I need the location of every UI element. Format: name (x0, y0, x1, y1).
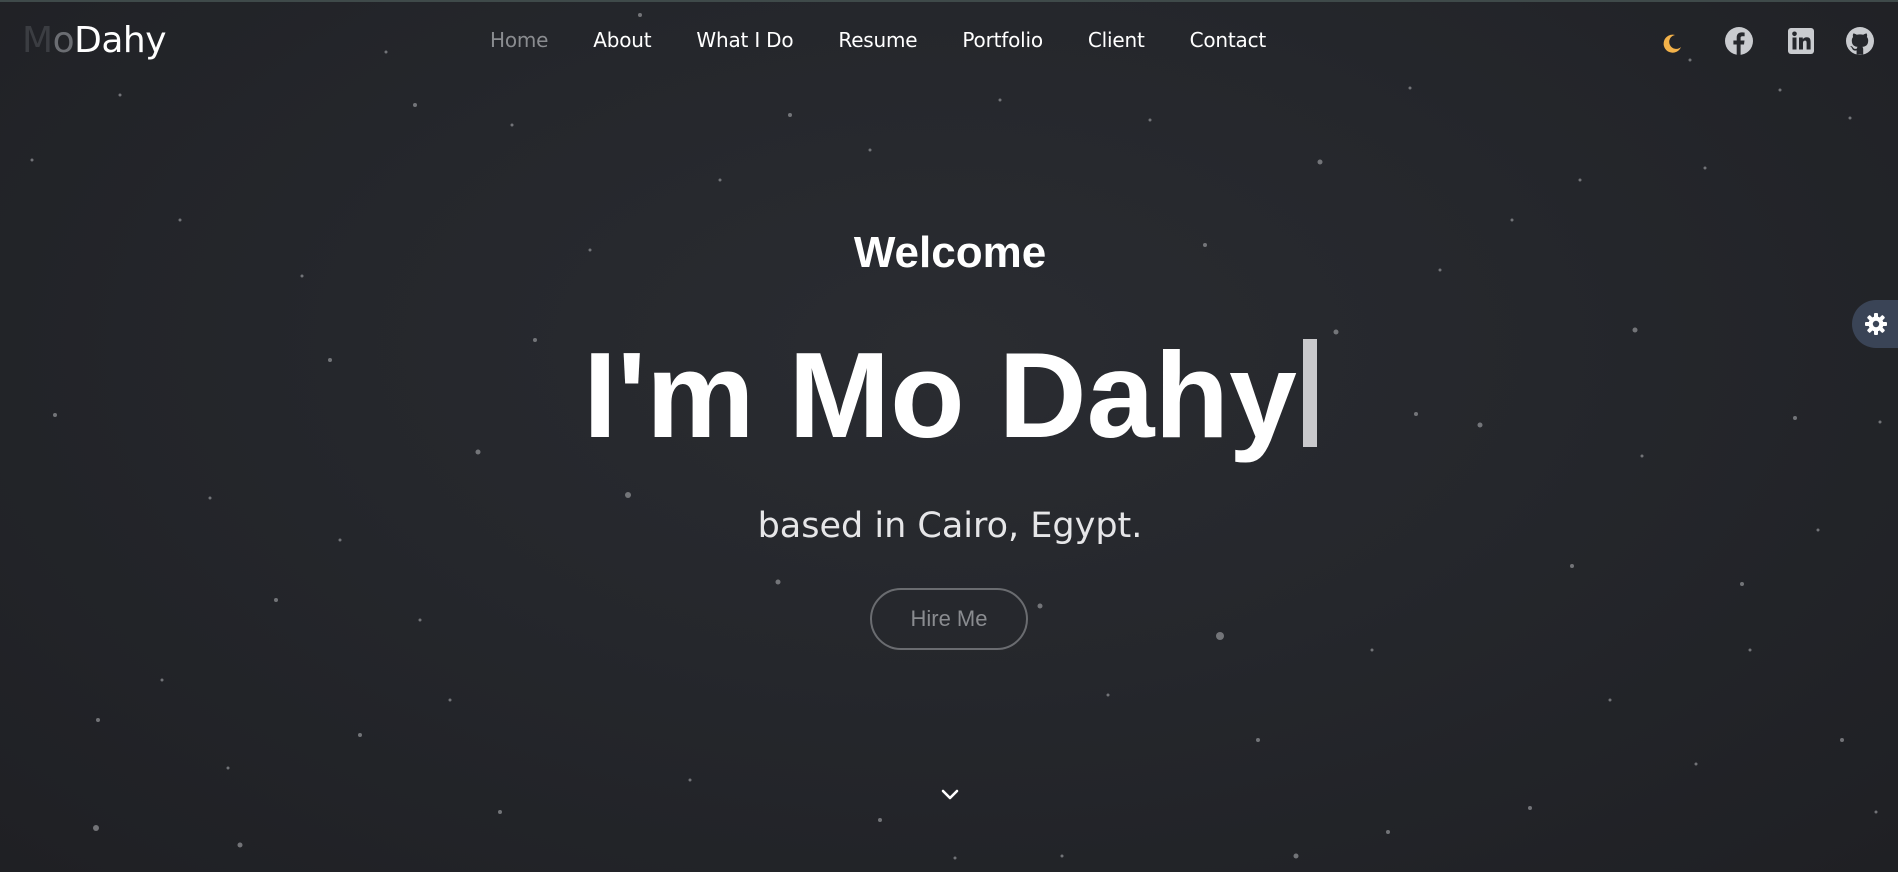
hero-headline-text: I'm Mo Dahy (583, 327, 1297, 463)
hero-welcome: Welcome (853, 228, 1047, 277)
hero-headline: I'm Mo Dahy (0, 330, 1898, 460)
hero-subtitle: based in Cairo, Egypt. (757, 506, 1143, 546)
gear-icon (1865, 313, 1887, 335)
typing-cursor (1302, 339, 1317, 447)
chevron-down-icon[interactable] (938, 782, 962, 806)
page: MoDahy Home About What I Do Resume Portf… (0, 0, 1898, 872)
settings-toggle-button[interactable] (1852, 300, 1898, 348)
hire-me-button[interactable]: Hire Me (870, 588, 1028, 650)
hero-section: Welcome I'm Mo Dahy based in Cairo, Egyp… (0, 0, 1898, 872)
